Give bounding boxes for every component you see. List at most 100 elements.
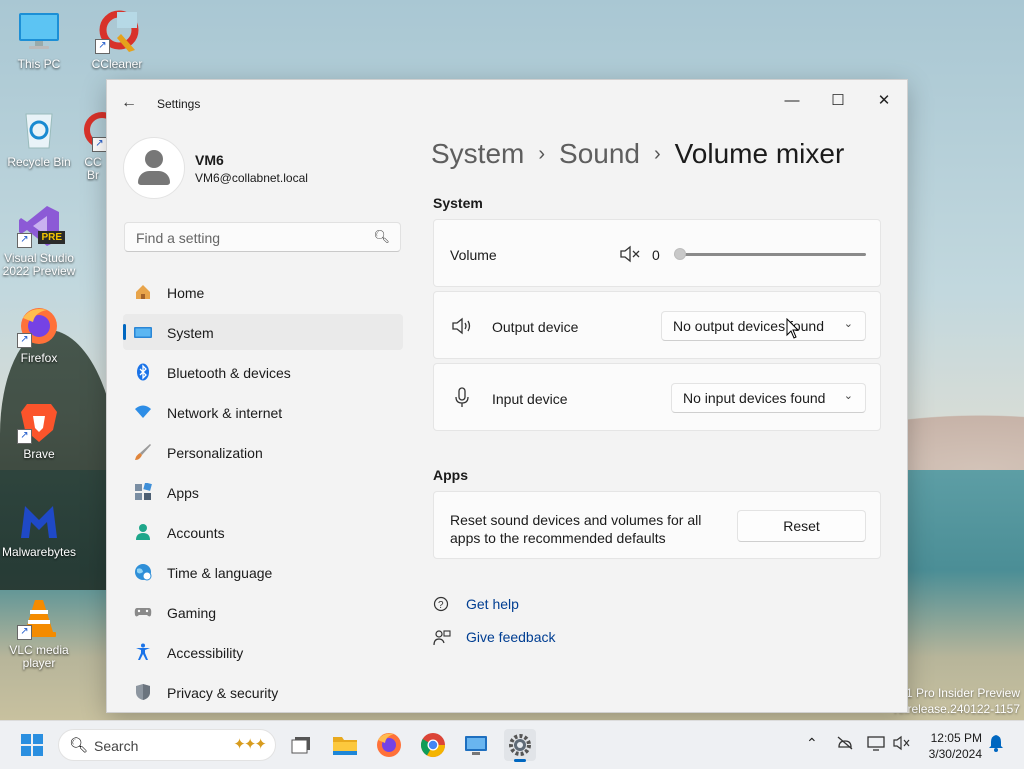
brush-icon [134,443,152,461]
apps-icon [134,482,152,501]
input-device-dropdown[interactable]: No input devices found ⌄ [671,383,866,413]
shortcut-arrow-icon: ↗ [17,233,32,248]
avatar-body [138,171,170,185]
speaker-muted-icon[interactable] [619,245,641,268]
desktop-icon-ccleaner-browser[interactable]: ↗ CC Br [78,108,108,182]
chrome-icon[interactable] [417,729,449,761]
back-arrow-icon[interactable]: ← [121,94,141,114]
desktop-icon-malwarebytes[interactable]: Malwarebytes [0,498,78,559]
sidebar-item-privacy[interactable]: Privacy & security [123,674,403,710]
taskbar: 🔍︎ Search ✦✦✦ ⌃ 12:05 PM 3/30/2024 [0,720,1024,769]
taskbar-search-label: Search [94,738,139,754]
sidebar-item-apps[interactable]: Apps [123,474,403,510]
sidebar-item-network[interactable]: Network & internet [123,394,403,430]
shortcut-arrow-icon: ↗ [95,39,110,54]
file-explorer-icon[interactable] [329,729,361,761]
chevron-right-icon: › [654,143,661,165]
sidebar-item-label: Gaming [167,605,217,621]
help-icon: ? [433,596,451,617]
volume-slider[interactable] [674,246,866,262]
home-icon [134,283,152,301]
task-view-icon[interactable] [286,729,318,761]
notification-bell-icon[interactable] [988,734,1004,755]
display-icon[interactable] [867,735,885,754]
sidebar-item-system[interactable]: System [123,314,403,350]
search-icon: 🔍︎ [69,737,89,754]
settings-search-box[interactable]: 🔍︎ [124,222,401,252]
close-button[interactable]: ✕ [861,86,907,116]
output-device-dropdown[interactable]: No output devices found ⌄ [661,311,866,341]
profile-email: VM6@collabnet.local [195,171,308,185]
shortcut-arrow-icon: ↗ [92,137,107,152]
search-icon[interactable]: 🔍︎ [373,229,390,245]
chevron-up-icon[interactable]: ⌃ [806,735,818,752]
input-device-value: No input devices found [683,390,826,406]
network-offline-icon[interactable] [836,735,854,754]
desktop-icon-visual-studio[interactable]: PRE ↗ Visual Studio 2022 Preview [0,204,78,278]
desktop-icon-label: CC Br [84,155,102,182]
sidebar-item-label: Accessibility [167,645,244,661]
taskbar-search[interactable]: 🔍︎ Search ✦✦✦ [58,729,276,761]
reset-button[interactable]: Reset [737,510,866,542]
desktop-icon-label: This PC [17,57,61,71]
globe-clock-icon [134,563,152,581]
sidebar-item-label: Bluetooth & devices [167,365,291,381]
breadcrumb-system[interactable]: System [431,138,524,169]
desktop-icon-recycle-bin[interactable]: Recycle Bin [0,108,78,169]
breadcrumb: System › Sound › Volume mixer [431,138,844,170]
desktop-icon-firefox[interactable]: ↗ Firefox [0,304,78,365]
section-heading-system: System [433,195,483,211]
clock-time: 12:05 PM [930,731,982,745]
feedback-icon [433,629,451,650]
sidebar-item-bluetooth[interactable]: Bluetooth & devices [123,354,403,390]
microphone-icon [453,387,471,414]
search-input[interactable] [134,227,368,249]
clock-date: 3/30/2024 [928,747,982,761]
recycle-bin-icon [17,108,61,152]
input-device-label: Input device [492,391,568,407]
settings-icon[interactable] [504,729,536,762]
desktop-icon-ccleaner[interactable]: ↗ CCleaner [78,10,156,71]
sidebar-item-home[interactable]: Home [123,274,403,310]
firefox-icon[interactable] [373,729,405,761]
sidebar-item-label: Accounts [167,525,225,541]
sidebar-nav: Home System Bluetooth & devices Network … [123,274,403,712]
remote-desktop-icon[interactable] [460,729,492,761]
sidebar-item-time-language[interactable]: Time & language [123,554,403,590]
desktop-icon-label: Firefox [20,351,58,365]
start-icon[interactable] [16,729,48,761]
sidebar-item-label: Home [167,285,205,301]
sidebar-item-gaming[interactable]: Gaming [123,594,403,630]
input-device-card: Input device No input devices found ⌄ [433,363,881,431]
visual-studio-icon: PRE ↗ [17,204,65,248]
minimize-button[interactable]: — [769,86,815,116]
sidebar-item-label: Network & internet [167,405,283,421]
desktop-icon-this-pc[interactable]: This PC [0,10,78,71]
volume-muted-icon[interactable] [893,735,911,754]
reset-description-line2: apps to the recommended defaults [450,530,666,546]
slider-thumb[interactable] [674,248,686,260]
desktop-icon-vlc[interactable]: ↗ VLC media player [0,596,78,670]
desktop-icon-label: Visual Studio 2022 Preview [2,251,76,278]
os-watermark-line1: 1 Pro Insider Preview [905,686,1020,700]
volume-value: 0 [652,247,660,263]
sidebar-item-personalization[interactable]: Personalization [123,434,403,470]
brave-icon: ↗ [17,400,61,444]
shortcut-arrow-icon: ↗ [17,333,32,348]
shortcut-arrow-icon: ↗ [17,625,32,640]
sidebar-item-accessibility[interactable]: Accessibility [123,634,403,670]
active-indicator [514,759,526,762]
chevron-down-icon: ⌄ [843,318,853,330]
maximize-button[interactable]: ☐ [815,86,861,116]
desktop-icon-brave[interactable]: ↗ Brave [0,400,78,461]
breadcrumb-sound[interactable]: Sound [559,138,640,169]
title-bar: ← Settings — ☐ ✕ [107,80,907,128]
malwarebytes-icon [17,498,61,542]
vlc-icon: ↗ [17,596,61,640]
sidebar-item-accounts[interactable]: Accounts [123,514,403,550]
output-device-value: No output devices found [673,318,824,334]
chevron-right-icon: › [538,143,546,165]
os-watermark-line2: relrelease.240122-1157 [894,702,1020,716]
system-clock[interactable]: 12:05 PM 3/30/2024 [916,730,982,762]
desktop-icon-label: VLC media player [9,643,69,670]
